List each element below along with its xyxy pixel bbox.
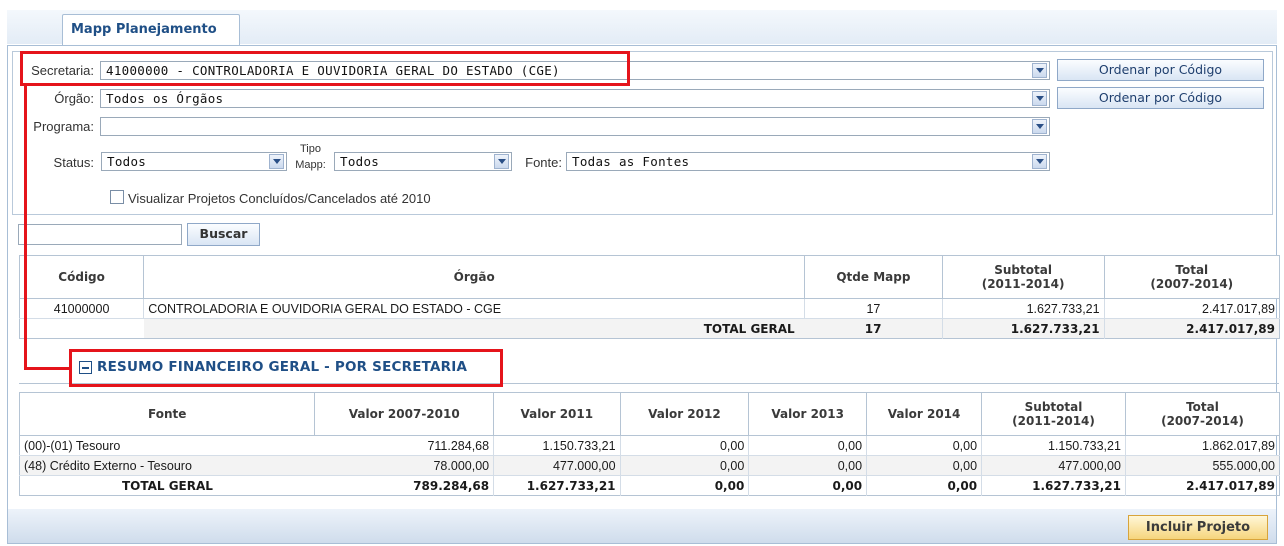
- header-total-line2: (2007-2014): [1161, 414, 1244, 428]
- header-subtotal: Subtotal (2011-2014): [941, 255, 1105, 299]
- footer-bar: [8, 509, 1276, 543]
- chevron-down-icon[interactable]: [1032, 91, 1047, 106]
- total-valor-2007-2010: 789.284,68: [314, 475, 495, 496]
- total-label: TOTAL GERAL: [703, 321, 795, 336]
- table-row[interactable]: 41000000 CONTROLADORIA E OUVIDORIA GERAL…: [19, 298, 1280, 319]
- orgao-select-value: Todos os Órgãos: [106, 91, 224, 106]
- status-select-value: Todos: [107, 154, 147, 169]
- ordenar-secretaria-button[interactable]: Ordenar por Código: [1057, 59, 1264, 81]
- cell-valor-2007-2010: 78.000,00: [314, 455, 495, 476]
- total-subtotal: 1.627.733,21: [942, 318, 1105, 339]
- header-subtotal-line2: (2011-2014): [981, 277, 1065, 291]
- tipo-label-top: Tipo: [300, 143, 321, 155]
- highlight-box-resumo: [69, 349, 503, 387]
- ordenar-orgao-button[interactable]: Ordenar por Código: [1057, 87, 1264, 109]
- tab-label: Mapp Planejamento: [71, 22, 217, 37]
- cell-subtotal: 477.000,00: [981, 455, 1126, 476]
- tab-mapp-planejamento[interactable]: Mapp Planejamento: [62, 14, 240, 46]
- cell-total: 555.000,00: [1125, 455, 1280, 476]
- header-fonte: Fonte: [18, 392, 316, 436]
- cell-qtde: 17: [804, 298, 943, 319]
- total-valor-2012: 0,00: [620, 475, 750, 496]
- cell-total: 1.862.017,89: [1125, 435, 1280, 456]
- chevron-down-icon[interactable]: [1032, 119, 1047, 134]
- header-total: Total (2007-2014): [1124, 392, 1281, 436]
- header-valor-2011: Valor 2011: [493, 392, 621, 436]
- header-valor-2007-2010: Valor 2007-2010: [314, 392, 495, 436]
- orgao-select[interactable]: Todos os Órgãos: [100, 89, 1050, 108]
- concluidos-checkbox[interactable]: [110, 190, 124, 204]
- header-subtotal: Subtotal (2011-2014): [981, 392, 1126, 436]
- cell-fonte: (48) Crédito Externo - Tesouro: [19, 455, 315, 476]
- chevron-down-icon[interactable]: [269, 154, 284, 169]
- chevron-down-icon[interactable]: [1032, 154, 1047, 169]
- fonte-select-value: Todas as Fontes: [572, 154, 690, 169]
- chevron-down-icon[interactable]: [494, 154, 509, 169]
- header-codigo: Código: [18, 255, 145, 299]
- header-total-line1: Total: [1175, 263, 1209, 277]
- total-total: 2.417.017,89: [1186, 478, 1275, 493]
- buscar-button[interactable]: Buscar: [187, 223, 260, 246]
- header-subtotal-line1: Subtotal: [1024, 400, 1083, 414]
- total-valor-2013: 0,00: [748, 475, 868, 496]
- orgao-label: Órgão:: [54, 91, 94, 106]
- table-row[interactable]: (00)-(01) Tesouro 711.284,68 1.150.733,2…: [19, 435, 1280, 456]
- total-qtde: 17: [804, 318, 943, 339]
- programa-select[interactable]: [100, 117, 1050, 136]
- chevron-down-icon[interactable]: [1032, 63, 1047, 78]
- header-total-line1: Total: [1186, 400, 1219, 414]
- highlight-connector-vertical: [24, 86, 27, 370]
- fonte-label: Fonte:: [525, 155, 562, 170]
- highlight-box-secretaria: [20, 51, 630, 86]
- secretaria-table: Código Órgão Qtde Mapp Subtotal (2011-201…: [18, 255, 1281, 339]
- cell-valor-2011: 1.150.733,21: [493, 435, 621, 456]
- header-valor-2014: Valor 2014: [866, 392, 983, 436]
- status-label: Status:: [53, 155, 94, 170]
- cell-valor-2013: 0,00: [748, 455, 868, 476]
- cell-total: 2.417.017,89: [1104, 298, 1280, 319]
- tipo-mapp-select[interactable]: Todos: [334, 152, 512, 171]
- status-select[interactable]: Todos: [101, 152, 287, 171]
- header-total-line2: (2007-2014): [1150, 277, 1234, 291]
- tipo-label-bottom: Mapp:: [295, 159, 326, 171]
- table-row[interactable]: (48) Crédito Externo - Tesouro 78.000,00…: [19, 455, 1280, 476]
- total-row: TOTAL GERAL 789.284,68 1.627.733,21 0,00…: [20, 475, 1280, 496]
- header-valor-2012: Valor 2012: [619, 392, 750, 436]
- search-input[interactable]: [18, 224, 182, 245]
- total-label: TOTAL GERAL: [121, 478, 213, 493]
- total-subtotal: 1.627.733,21: [981, 475, 1126, 496]
- cell-orgao: CONTROLADORIA E OUVIDORIA GERAL DO ESTAD…: [143, 298, 806, 319]
- cell-subtotal: 1.150.733,21: [981, 435, 1126, 456]
- header-orgao: Órgão: [143, 255, 806, 299]
- header-valor-2013: Valor 2013: [748, 392, 868, 436]
- cell-subtotal: 1.627.733,21: [942, 298, 1105, 319]
- total-total: 2.417.017,89: [1186, 321, 1275, 336]
- tipo-mapp-select-value: Todos: [340, 154, 380, 169]
- header-subtotal-line2: (2011-2014): [1012, 414, 1095, 428]
- cell-valor-2007-2010: 711.284,68: [314, 435, 495, 456]
- cell-valor-2011: 477.000,00: [493, 455, 621, 476]
- concluidos-checkbox-label: Visualizar Projetos Concluídos/Cancelado…: [128, 191, 431, 206]
- total-row: TOTAL GERAL 17 1.627.733,21 2.417.017,89: [19, 318, 1280, 339]
- header-total: Total (2007-2014): [1103, 255, 1281, 299]
- cell-valor-2013: 0,00: [748, 435, 868, 456]
- total-valor-2014: 0,00: [866, 475, 983, 496]
- fonte-select[interactable]: Todas as Fontes: [566, 152, 1050, 171]
- cell-fonte: (00)-(01) Tesouro: [19, 435, 315, 456]
- total-valor-2011: 1.627.733,21: [493, 475, 621, 496]
- cell-valor-2012: 0,00: [620, 455, 750, 476]
- cell-valor-2012: 0,00: [620, 435, 750, 456]
- incluir-projeto-button[interactable]: Incluir Projeto: [1128, 515, 1268, 540]
- header-qtde-mapp: Qtde Mapp: [804, 255, 943, 299]
- cell-codigo: 41000000: [19, 298, 145, 319]
- header-subtotal-line1: Subtotal: [994, 263, 1052, 277]
- cell-valor-2014: 0,00: [866, 455, 983, 476]
- resumo-table: Fonte Valor 2007-2010 Valor 2011 Valor 2…: [18, 392, 1281, 496]
- cell-valor-2014: 0,00: [866, 435, 983, 456]
- highlight-connector-horizontal: [24, 367, 69, 370]
